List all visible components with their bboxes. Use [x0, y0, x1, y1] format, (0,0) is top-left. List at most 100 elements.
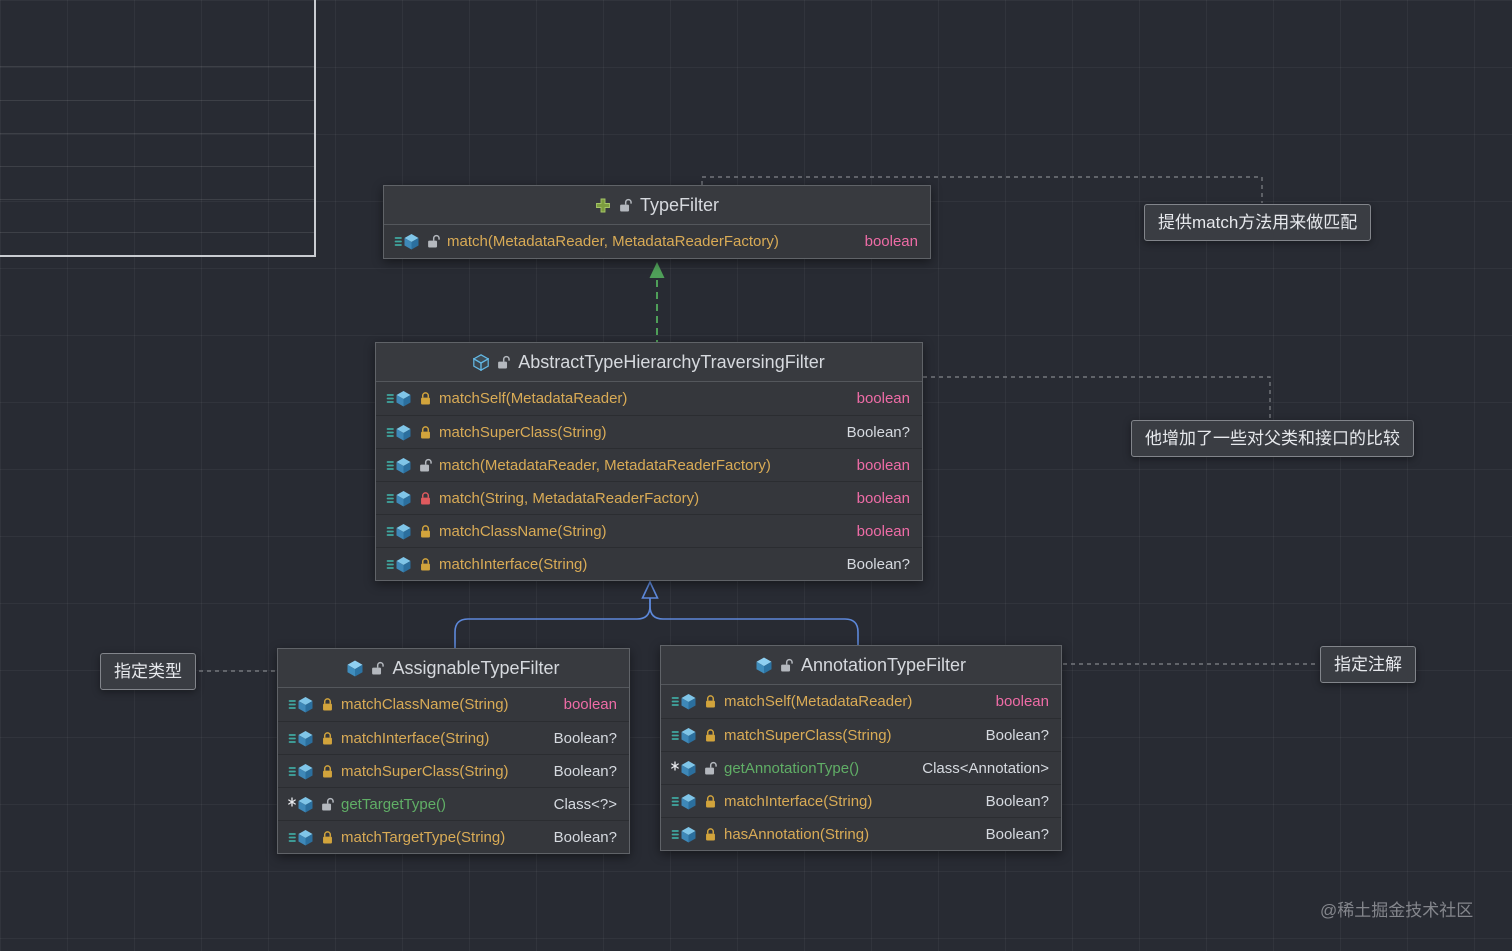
- class-title: TypeFilter: [639, 194, 720, 215]
- method-row[interactable]: matchInterface(String) Boolean?: [278, 721, 629, 754]
- method-signature: matchInterface(String): [439, 555, 588, 573]
- clipped-diagram-node: [0, 0, 316, 257]
- public-lock-icon: [619, 198, 632, 213]
- extends-edge-annotation: [649, 598, 859, 645]
- protected-lock-icon: [419, 524, 432, 539]
- method-row[interactable]: matchSelf(MetadataReader) boolean: [376, 382, 922, 415]
- method-icon: [671, 793, 697, 810]
- class-title: AssignableTypeFilter: [392, 657, 560, 678]
- watermark: @稀土掘金技术社区: [1320, 901, 1474, 920]
- public-lock-icon: [371, 661, 384, 676]
- diagram-canvas[interactable]: TypeFilter match(MetadataReader, Metadat…: [0, 0, 1512, 951]
- public-lock-icon: [427, 234, 440, 249]
- method-signature: matchSuperClass(String): [724, 726, 892, 744]
- class-node-assignable[interactable]: AssignableTypeFilter matchClassName(Stri…: [277, 648, 630, 854]
- extends-edge-assignable: [454, 598, 651, 648]
- protected-lock-icon: [704, 794, 717, 809]
- protected-lock-icon: [419, 391, 432, 406]
- note-match[interactable]: 提供match方法用来做匹配: [1144, 204, 1372, 241]
- note-hierarchy[interactable]: 他增加了一些对父类和接口的比较: [1131, 420, 1414, 457]
- method-row[interactable]: matchSelf(MetadataReader) boolean: [661, 685, 1061, 718]
- method-row[interactable]: matchSuperClass(String) Boolean?: [661, 718, 1061, 751]
- method-signature: matchTargetType(String): [341, 828, 506, 846]
- method-signature: matchInterface(String): [341, 729, 490, 747]
- method-icon: [386, 523, 412, 540]
- method-row[interactable]: getAnnotationType() Class<Annotation>: [661, 751, 1061, 784]
- row-divider: [0, 133, 314, 134]
- method-icon: [288, 763, 314, 780]
- class-node-abstract-filter[interactable]: AbstractTypeHierarchyTraversingFilter ma…: [375, 342, 923, 581]
- public-lock-icon: [321, 797, 334, 812]
- protected-lock-icon: [321, 830, 334, 845]
- private-lock-icon: [419, 491, 432, 506]
- class-header: TypeFilter: [384, 186, 930, 225]
- method-row[interactable]: matchInterface(String) Boolean?: [376, 547, 922, 580]
- method-signature: matchSelf(MetadataReader): [439, 390, 628, 407]
- method-row[interactable]: matchSuperClass(String) Boolean?: [376, 415, 922, 448]
- protected-lock-icon: [321, 697, 334, 712]
- method-icon: [288, 696, 314, 713]
- class-title: AbstractTypeHierarchyTraversingFilter: [518, 351, 825, 372]
- method-icon: [671, 826, 697, 843]
- protected-lock-icon: [704, 694, 717, 709]
- realization-arrowhead-icon: [649, 262, 665, 278]
- class-header: AnnotationTypeFilter: [661, 646, 1061, 685]
- method-row[interactable]: matchInterface(String) Boolean?: [661, 784, 1061, 817]
- method-row[interactable]: matchClassName(String) boolean: [278, 688, 629, 721]
- method-row[interactable]: hasAnnotation(String) Boolean?: [661, 817, 1061, 850]
- row-divider: [0, 232, 314, 233]
- method-signature: match(MetadataReader, MetadataReaderFact…: [439, 456, 771, 474]
- method-signature: matchInterface(String): [724, 792, 873, 810]
- method-return-type: Boolean?: [846, 423, 910, 441]
- method-icon: [386, 390, 412, 407]
- method-signature: matchClassName(String): [341, 696, 509, 713]
- method-row[interactable]: match(MetadataReader, MetadataReaderFact…: [384, 225, 930, 258]
- method-icon: [386, 490, 412, 507]
- public-lock-icon: [704, 761, 717, 776]
- method-icon: [394, 233, 420, 250]
- method-row[interactable]: matchTargetType(String) Boolean?: [278, 820, 629, 853]
- method-return-type: boolean: [856, 456, 910, 474]
- class-header: AssignableTypeFilter: [278, 649, 629, 688]
- protected-lock-icon: [419, 425, 432, 440]
- method-row[interactable]: matchClassName(String) boolean: [376, 514, 922, 547]
- method-signature: getAnnotationType(): [724, 759, 860, 777]
- protected-lock-icon: [704, 728, 717, 743]
- interface-icon: [595, 197, 611, 214]
- method-signature: match(String, MetadataReaderFactory): [439, 489, 700, 507]
- public-lock-icon: [497, 355, 510, 370]
- method-return-type: Boolean?: [985, 792, 1049, 810]
- method-return-type: boolean: [856, 522, 910, 540]
- note-assignable[interactable]: 指定类型: [100, 653, 196, 690]
- method-row[interactable]: match(String, MetadataReaderFactory) boo…: [376, 481, 922, 514]
- row-divider: [0, 166, 314, 167]
- method-icon: [288, 829, 314, 846]
- method-return-type: Boolean?: [985, 825, 1049, 843]
- protected-lock-icon: [321, 764, 334, 779]
- note-annotation[interactable]: 指定注解: [1320, 646, 1416, 683]
- method-signature: hasAnnotation(String): [724, 825, 870, 843]
- method-return-type: Boolean?: [553, 729, 617, 747]
- public-lock-icon: [780, 658, 793, 673]
- method-return-type: Boolean?: [553, 828, 617, 846]
- method-signature: matchClassName(String): [439, 522, 607, 540]
- method-return-type: Boolean?: [553, 762, 617, 780]
- extends-arrowhead-icon: [641, 580, 659, 599]
- method-signature: matchSuperClass(String): [341, 762, 509, 780]
- method-return-type: boolean: [995, 693, 1049, 710]
- method-return-type: boolean: [864, 233, 918, 250]
- protected-lock-icon: [419, 557, 432, 572]
- method-icon: [386, 556, 412, 573]
- method-row[interactable]: matchSuperClass(String) Boolean?: [278, 754, 629, 787]
- class-node-annotation[interactable]: AnnotationTypeFilter matchSelf(MetadataR…: [660, 645, 1062, 851]
- abstract-class-icon: [473, 354, 489, 371]
- method-row[interactable]: getTargetType() Class<?>: [278, 787, 629, 820]
- method-return-type: Class<?>: [553, 795, 617, 813]
- method-return-type: Boolean?: [846, 555, 910, 573]
- class-node-typefilter[interactable]: TypeFilter match(MetadataReader, Metadat…: [383, 185, 931, 259]
- method-icon: [386, 457, 412, 474]
- row-divider: [0, 100, 314, 101]
- public-lock-icon: [419, 458, 432, 473]
- method-row[interactable]: match(MetadataReader, MetadataReaderFact…: [376, 448, 922, 481]
- method-return-type: boolean: [563, 696, 617, 713]
